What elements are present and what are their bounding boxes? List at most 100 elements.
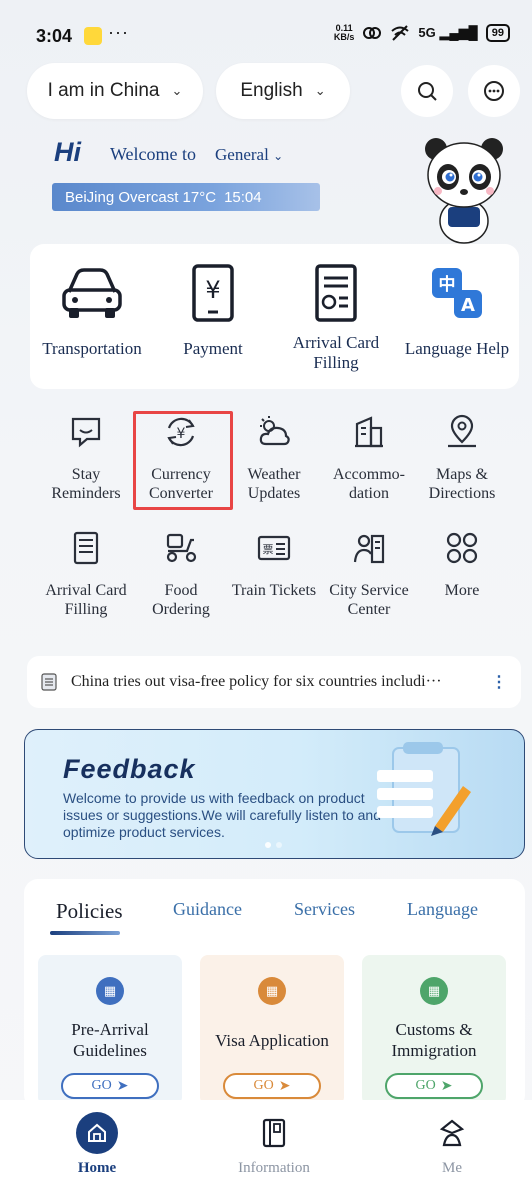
arrow-right-icon: ➤ xyxy=(278,1078,291,1094)
arrow-right-icon: ➤ xyxy=(440,1078,453,1094)
nav-home[interactable]: Home xyxy=(42,1112,152,1177)
carousel-dot[interactable] xyxy=(276,842,282,848)
service-label: Maps & Directions xyxy=(428,466,496,502)
nav-me[interactable]: Me xyxy=(397,1112,507,1177)
weather-icon xyxy=(259,416,290,446)
service-label: More xyxy=(444,582,480,599)
visa-icon: ▦ xyxy=(258,977,286,1005)
panda-mascot-icon[interactable] xyxy=(418,135,510,245)
home-icon xyxy=(76,1112,118,1154)
chevron-down-icon: ⌄ xyxy=(314,83,326,98)
service-more[interactable]: More xyxy=(415,530,509,600)
yuan-phone-icon: ¥ xyxy=(192,264,234,322)
service-weather-updates[interactable]: Weather Updates xyxy=(227,414,321,503)
nav-label: Home xyxy=(77,1160,117,1176)
service-label: Payment xyxy=(183,339,243,358)
service-label: Language Help xyxy=(404,339,510,358)
card-icon xyxy=(73,531,99,565)
service-arrival-card-filling[interactable]: Arrival Card Filling xyxy=(39,530,133,619)
language-label: English xyxy=(240,80,303,101)
policy-card-visa[interactable]: ▦ Visa Application GO ➤ xyxy=(200,955,344,1105)
greeting-hi: Hi xyxy=(54,137,81,167)
location-selector[interactable]: I am in China ⌄ xyxy=(27,63,203,119)
go-label: GO xyxy=(253,1078,274,1093)
service-payment[interactable]: ¥ Payment xyxy=(178,264,248,359)
person-icon xyxy=(431,1112,473,1154)
policies-section: Policies Guidance Services Language ▦ Pr… xyxy=(24,879,525,1109)
go-button[interactable]: GO ➤ xyxy=(223,1073,321,1099)
service-label: Arrival Card Filling xyxy=(292,333,380,372)
go-label: GO xyxy=(415,1078,436,1093)
wifi-off-icon xyxy=(391,25,410,41)
more-notifications-indicator: ··· xyxy=(108,22,129,42)
city-service-icon xyxy=(353,534,385,564)
service-label: Weather Updates xyxy=(247,466,301,502)
language-selector[interactable]: English ⌄ xyxy=(216,63,350,119)
chat-icon xyxy=(484,81,504,101)
weather-banner: BeiJing Overcast 17°C 15:04 xyxy=(52,183,320,211)
scooter-icon xyxy=(166,533,197,563)
bottom-nav: Home Information Me xyxy=(0,1100,532,1181)
mode-label: General xyxy=(215,145,269,164)
network-speed: 0.11 KB/s xyxy=(334,24,355,42)
status-time: 3:04 xyxy=(36,26,73,46)
tab-services[interactable]: Services xyxy=(294,899,355,920)
service-arrival-card[interactable]: Arrival Card Filling xyxy=(284,264,388,373)
service-transportation[interactable]: Transportation xyxy=(40,264,144,359)
feedback-description: Welcome to provide us with feedback on p… xyxy=(63,790,382,840)
nav-label: Information xyxy=(238,1160,310,1176)
service-label: City Service Center xyxy=(329,582,409,618)
notification-icon xyxy=(84,27,102,45)
service-maps-directions[interactable]: Maps & Directions xyxy=(415,414,509,503)
service-label: Food Ordering xyxy=(152,582,210,618)
go-button[interactable]: GO ➤ xyxy=(385,1073,483,1099)
search-button[interactable] xyxy=(401,65,453,117)
policy-card-pre-arrival[interactable]: ▦ Pre-Arrival Guidelines GO ➤ xyxy=(38,955,182,1105)
chat-button[interactable] xyxy=(468,65,520,117)
nav-information[interactable]: Information xyxy=(219,1112,329,1177)
service-city-service-center[interactable]: City Service Center xyxy=(322,530,416,619)
link-icon xyxy=(363,27,382,39)
go-label: GO xyxy=(91,1078,112,1093)
svg-text:中: 中 xyxy=(439,274,456,295)
nav-label: Me xyxy=(442,1160,462,1176)
service-stay-reminders[interactable]: Stay Reminders xyxy=(39,414,133,503)
service-food-ordering[interactable]: Food Ordering xyxy=(134,530,228,619)
policy-card-customs[interactable]: ▦ Customs & Immigration GO ➤ xyxy=(362,955,506,1105)
welcome-text: Welcome to xyxy=(110,144,197,164)
feedback-banner[interactable]: Feedback Welcome to provide us with feed… xyxy=(24,729,525,859)
chevron-down-icon: ⌄ xyxy=(273,149,284,163)
service-accommodation[interactable]: Accommo-dation xyxy=(322,414,416,503)
svg-text:A: A xyxy=(461,295,475,316)
building-icon xyxy=(355,416,383,448)
customs-icon: ▦ xyxy=(420,977,448,1005)
guideline-icon: ▦ xyxy=(96,977,124,1005)
tab-language[interactable]: Language xyxy=(407,899,478,920)
go-button[interactable]: GO ➤ xyxy=(61,1073,159,1099)
location-label: I am in China xyxy=(47,80,160,101)
tab-guidance[interactable]: Guidance xyxy=(173,899,242,920)
weather-text: BeiJing Overcast 17°C xyxy=(65,188,217,206)
chevron-down-icon: ⌄ xyxy=(171,83,183,98)
more-icon xyxy=(446,532,478,564)
document-icon xyxy=(41,673,57,691)
translate-icon: 中 A xyxy=(432,268,482,318)
news-more-icon[interactable]: ⋮ xyxy=(491,672,507,692)
feedback-form-icon xyxy=(377,742,471,836)
service-train-tickets[interactable]: 票 Train Tickets xyxy=(227,530,321,600)
search-icon xyxy=(418,82,437,101)
status-bar: 3:04 ··· 0.11 KB/s 5G ▂▄▆█ 99 xyxy=(0,0,532,72)
svg-text:¥: ¥ xyxy=(205,276,220,304)
weather-time: 15:04 xyxy=(224,188,262,206)
service-label: Arrival Card Filling xyxy=(45,582,127,618)
mode-selector[interactable]: General ⌄ xyxy=(215,145,283,165)
form-icon xyxy=(315,264,357,322)
service-label: Accommo-dation xyxy=(333,466,405,502)
tab-policies[interactable]: Policies xyxy=(56,899,123,924)
tab-underline xyxy=(50,931,120,935)
signal-label: 5G xyxy=(418,25,436,40)
news-headline: China tries out visa-free policy for six… xyxy=(71,673,442,690)
carousel-dot[interactable] xyxy=(265,842,271,848)
service-language-help[interactable]: 中 A Language Help xyxy=(404,264,510,359)
news-ticker[interactable]: China tries out visa-free policy for six… xyxy=(27,656,521,708)
